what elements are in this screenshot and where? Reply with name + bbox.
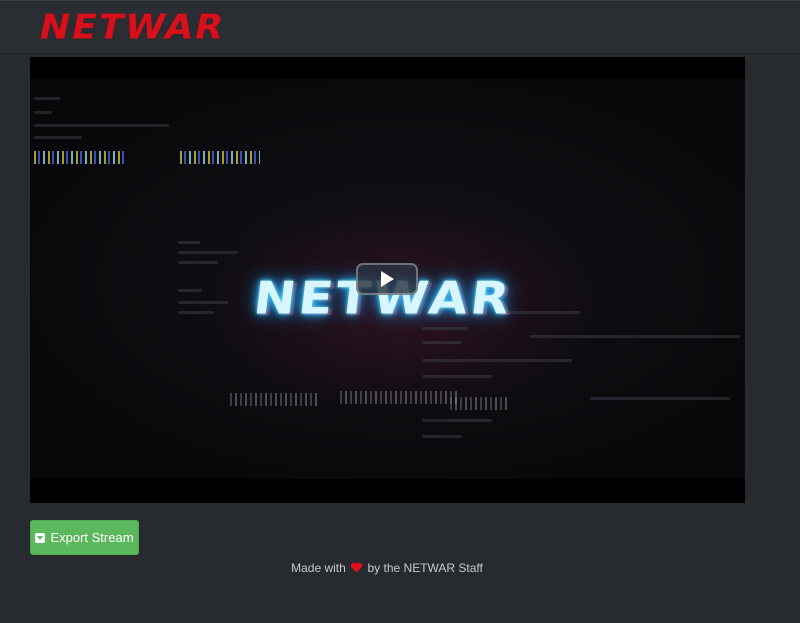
page: NETWAR NETWAR Export Stream Made with by… xyxy=(0,0,800,623)
footer-suffix: by the NETWAR Staff xyxy=(367,561,483,575)
logo[interactable]: NETWAR xyxy=(36,8,229,47)
export-stream-label: Export Stream xyxy=(50,530,134,545)
video-player[interactable]: NETWAR xyxy=(30,57,745,503)
play-icon xyxy=(381,271,394,287)
caret-square-down-icon xyxy=(35,532,46,543)
play-button[interactable] xyxy=(356,263,418,295)
export-stream-button[interactable]: Export Stream xyxy=(30,520,139,555)
footer: Made with by the NETWAR Staff xyxy=(0,561,774,575)
logo-text: NETWAR xyxy=(35,7,229,47)
footer-prefix: Made with xyxy=(291,561,346,575)
top-bar: NETWAR xyxy=(0,0,800,53)
heart-icon xyxy=(351,563,362,573)
